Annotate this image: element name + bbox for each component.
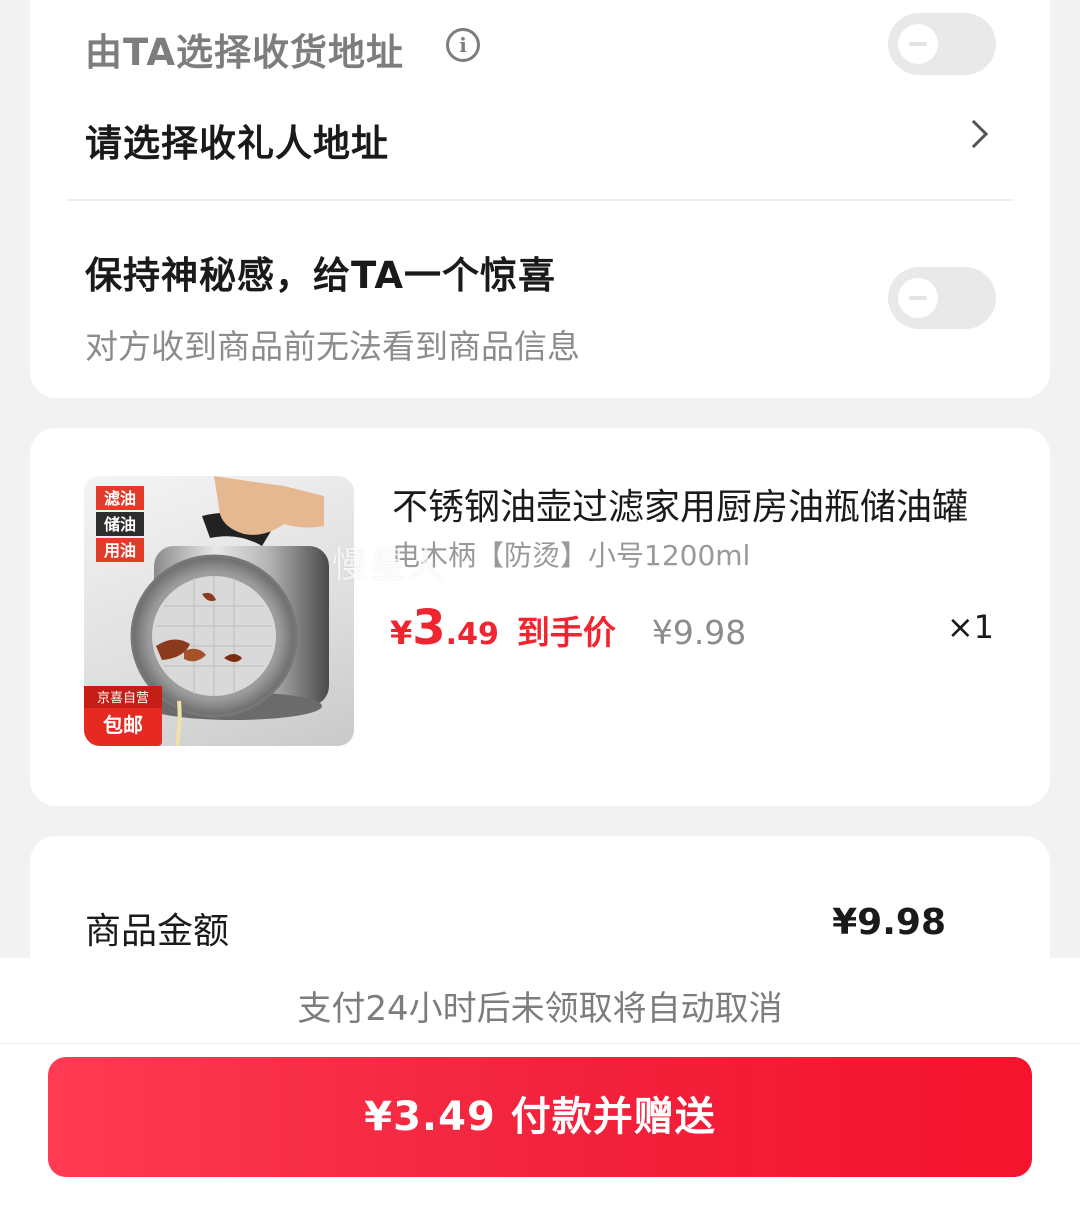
info-icon[interactable]: i bbox=[446, 28, 480, 62]
original-price: ¥9.98 bbox=[651, 613, 747, 652]
badge-jingxi: 京喜自营 bbox=[97, 691, 149, 706]
divider bbox=[66, 199, 1014, 201]
let-recipient-choose-label: 由TA选择收货地址 bbox=[85, 31, 405, 74]
price-decimal: .49 bbox=[445, 617, 499, 652]
goods-amount-value: ¥9.98 bbox=[832, 902, 946, 943]
toggle-knob bbox=[898, 24, 938, 64]
image-label-use: 用油 bbox=[104, 541, 136, 560]
surprise-description: 对方收到商品前无法看到商品信息 bbox=[85, 327, 580, 366]
product-image[interactable]: 滤油 储油 用油 京喜自营 包邮 bbox=[84, 476, 354, 746]
keep-surprise-toggle[interactable] bbox=[888, 267, 996, 329]
bottom-bar: 支付24小时后未领取将自动取消 ¥3.49 付款并赠送 bbox=[0, 958, 1080, 1213]
oil-pot-illustration: 滤油 储油 用油 京喜自营 包邮 bbox=[84, 476, 329, 746]
badge-free-shipping: 包邮 bbox=[103, 713, 143, 737]
quantity: ×1 bbox=[946, 608, 994, 646]
surprise-title: 保持神秘感，给TA一个惊喜 bbox=[85, 254, 557, 297]
gift-options-card: 由TA选择收货地址 i 请选择收礼人地址 保持神秘感，给TA一个惊喜 对方收到商… bbox=[30, 0, 1050, 398]
watermark: 慢星人 bbox=[332, 545, 447, 586]
price-symbol: ¥ bbox=[390, 614, 413, 652]
product-name[interactable]: 不锈钢油壶过滤家用厨房油瓶储油罐 bbox=[392, 478, 992, 530]
let-recipient-choose-toggle[interactable] bbox=[888, 13, 996, 75]
image-label-storage: 储油 bbox=[103, 515, 136, 534]
toggle-knob bbox=[898, 278, 938, 318]
pay-and-gift-button[interactable]: ¥3.49 付款并赠送 bbox=[48, 1057, 1032, 1177]
price-row: ¥3.49 到手价 ¥9.98 bbox=[390, 600, 746, 660]
current-price: ¥3.49 bbox=[390, 600, 499, 656]
image-label-filter: 滤油 bbox=[104, 489, 136, 508]
price-tag: 到手价 bbox=[516, 613, 616, 652]
goods-amount-label: 商品金额 bbox=[85, 911, 230, 952]
select-address-row[interactable]: 请选择收礼人地址 bbox=[85, 113, 389, 167]
chevron-right-icon[interactable] bbox=[959, 119, 989, 149]
product-card: 滤油 储油 用油 京喜自营 包邮 不锈钢油壶过滤家用厨房油瓶储油罐 电木柄【防烫… bbox=[30, 428, 1050, 806]
price-integer: 3 bbox=[412, 600, 446, 656]
auto-cancel-notice: 支付24小时后未领取将自动取消 bbox=[0, 958, 1080, 1044]
